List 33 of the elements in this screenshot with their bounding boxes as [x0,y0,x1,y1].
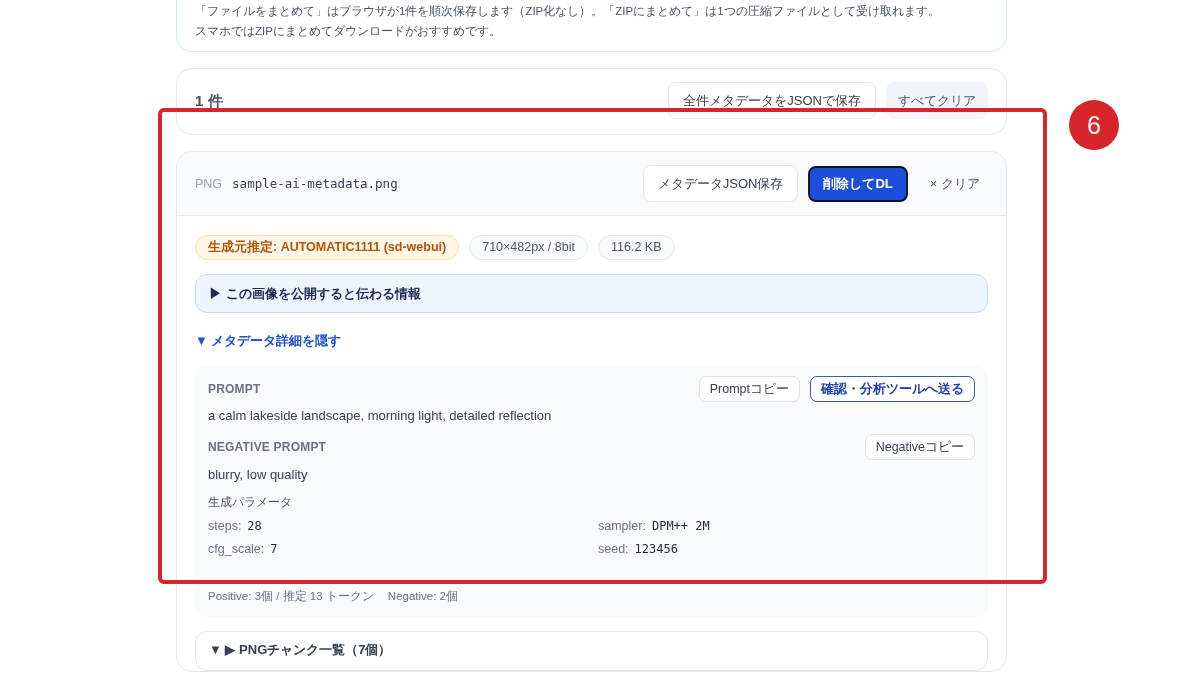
file-name: sample-ai-metadata.png [232,176,398,191]
param-value: 123456 [634,541,678,556]
prompt-text: blurry, low quality [208,466,309,484]
notice-text: スマホではZIPにまとめてダウンロードがおすすめです。 [195,24,502,39]
param-value: 28 [247,518,262,533]
param-key: cfg_scale: [208,541,265,556]
token-summary: Positive: 3個 / 推定 13 トークン [208,589,374,604]
param-key: sampler: [598,518,646,533]
prompt-text: a calm lakeside landscape, morning light, detailed reflection [208,407,553,425]
notice-text: 「ファイルをまとめて」はブラウザが1件を順次保存します（ZIP化なし）。「ZIPにまとめて」は1つの圧縮ファイルとして受け取れます。 [195,4,941,20]
info-badge: 710×482px / 8bit [469,235,588,260]
accent-button[interactable]: 確認・分析ツールへ送る [810,376,975,402]
section-heading: PROMPT [208,382,261,396]
item-count: 1 件 [195,92,223,111]
section-heading: NEGATIVE PROMPT [208,440,327,454]
step-number-badge: 6 [1069,100,1119,150]
outline-button[interactable]: メタデータJSON保存 [642,165,799,202]
token-summary: Negative: 2個 [387,589,458,604]
primary-button[interactable]: 削除してDL [808,165,908,202]
format-label: PNG [195,176,223,191]
text-button[interactable]: × クリア [921,165,988,202]
outline-button[interactable]: Promptコピー [698,376,800,402]
params-heading: 生成パラメータ [208,494,293,511]
outline-button[interactable]: Negativeコピー [864,434,975,460]
param-key: seed: [598,541,629,556]
param-value: DPM++ 2M [651,518,710,533]
param-value: 7 [270,541,278,556]
param-key: steps: [208,518,242,533]
source-badge: 生成元推定: AUTOMATIC1111 (sd-webui) [195,235,460,260]
disclosure-toggle[interactable]: ▶ この画像を公開すると伝わる情報 [195,274,988,313]
info-badge: 116.2 KB [598,235,675,260]
details-toggle[interactable]: ▼ メタデータ詳細を隠す [195,331,342,351]
chunk-list-toggle[interactable]: ▼ ▶ PNGチャンク一覧（7個） [209,642,392,657]
